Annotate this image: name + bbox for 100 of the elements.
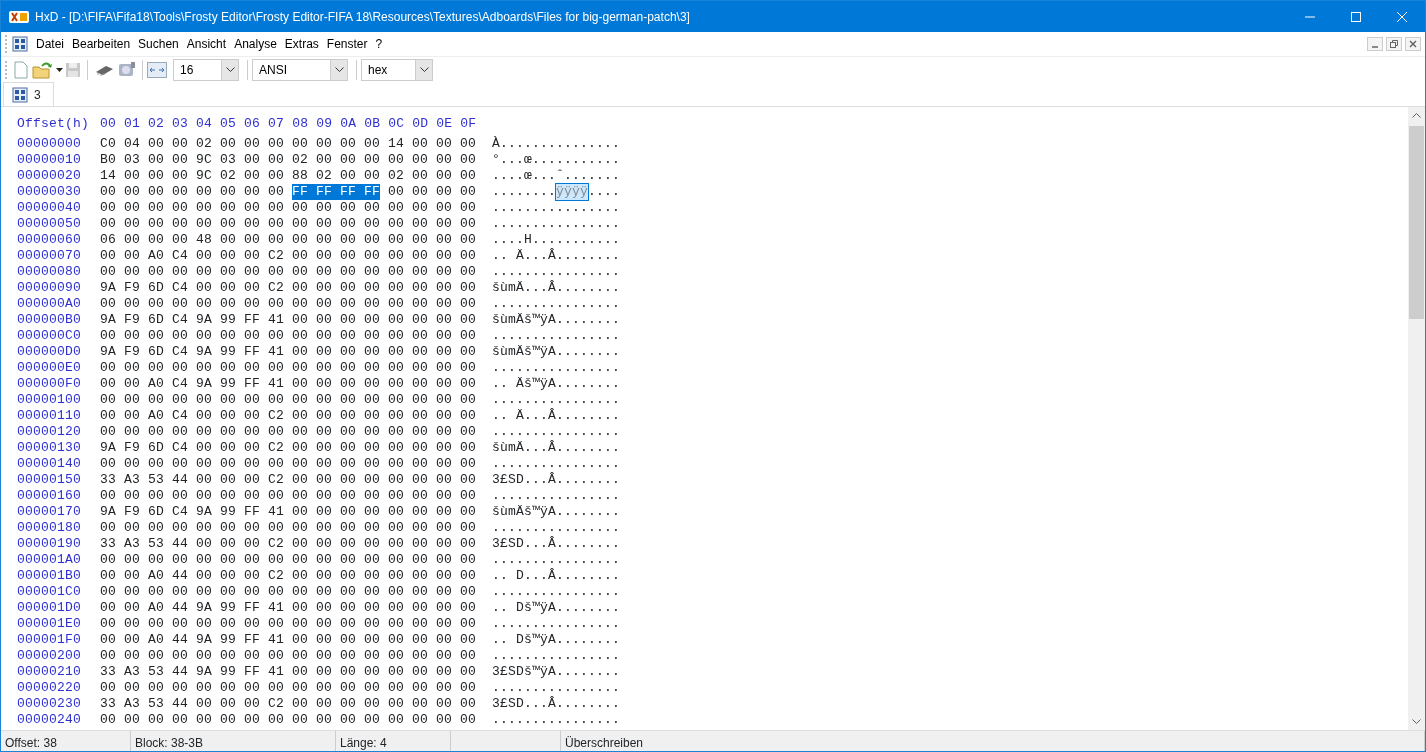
hex-bytes: 00 00 00 00 00 00 00 00 00 00 00 00 00 00 00 00 xyxy=(100,552,477,568)
offset-label: 000000B0 xyxy=(17,312,82,328)
status-field: Länge: 4 xyxy=(336,731,451,751)
hex-bytes: 00 00 00 00 00 00 00 00 00 00 00 00 00 00 00 00 xyxy=(100,392,477,408)
column-header: 06 xyxy=(244,116,261,132)
column-header: 05 xyxy=(220,116,237,132)
hex-bytes: 00 00 A0 44 00 00 00 C2 00 00 00 00 00 00 00 00 xyxy=(100,568,477,584)
offset-label: 00000110 xyxy=(17,408,82,424)
offset-label: 00000130 xyxy=(17,440,82,456)
menu-item[interactable]: Bearbeiten xyxy=(68,34,135,54)
offset-label: 000001A0 xyxy=(17,552,82,568)
offset-label: 00000010 xyxy=(17,152,82,168)
hex-bytes: 00 00 00 00 00 00 00 00 00 00 00 00 00 00 00 00 xyxy=(100,216,477,232)
text-dump: .. Dš™ÿA........ xyxy=(492,632,621,648)
hex-bytes: 06 00 00 00 48 00 00 00 00 00 00 00 00 00 00 00 xyxy=(100,232,477,248)
text-dump: ................ xyxy=(492,520,621,536)
column-header: 02 xyxy=(148,116,165,132)
text-dump: šùmÄ...Â........ xyxy=(492,280,621,296)
disk-button[interactable] xyxy=(116,60,138,79)
text-dump: 3£SDš™ÿA........ xyxy=(492,664,621,680)
offset-label: 00000170 xyxy=(17,504,82,520)
menu-item[interactable]: ? xyxy=(371,34,387,54)
hex-bytes: 00 00 00 00 00 00 00 00 00 00 00 00 00 00 00 00 xyxy=(100,680,477,696)
offset-label: 00000180 xyxy=(17,520,82,536)
hex-bytes: 00 00 00 00 00 00 00 00 00 00 00 00 00 00 00 00 xyxy=(100,520,477,536)
column-header: 00 xyxy=(100,116,116,132)
hex-bytes: 9A F9 6D C4 00 00 00 C2 00 00 00 00 00 00 00 00 xyxy=(100,280,477,296)
app-logo-icon xyxy=(9,9,29,24)
status-field: Offset: 38 xyxy=(1,731,131,751)
menu-item[interactable]: Analyse xyxy=(230,34,281,54)
offset-label: 00000150 xyxy=(17,472,82,488)
offset-label: 00000040 xyxy=(17,200,82,216)
vertical-scrollbar[interactable] xyxy=(1408,107,1425,730)
restore-button[interactable] xyxy=(1386,37,1402,51)
offset-label: 00000020 xyxy=(17,168,82,184)
column-header: 09 xyxy=(316,116,333,132)
close-icon xyxy=(1397,11,1407,22)
new-file-button[interactable] xyxy=(12,60,30,79)
menu-item[interactable]: Extras xyxy=(280,34,323,54)
offset-label: 00000140 xyxy=(17,456,82,472)
offset-label: 000000C0 xyxy=(17,328,82,344)
text-dump: ....œ...ˆ....... xyxy=(492,168,621,184)
column-header: 0A xyxy=(340,116,357,132)
document-icon xyxy=(12,86,28,103)
menu-item[interactable]: Datei xyxy=(32,34,68,54)
window-title: HxD - [D:\FIFA\Fifa18\Tools\Frosty Editor\Frosty Editor-FIFA 18\Resources\Textures\Adboards\Files for big-german-patch\3] xyxy=(35,8,690,26)
selected-bytes: FF FF FF FF xyxy=(292,184,381,200)
bytes-per-row-dropdown[interactable]: 16 xyxy=(173,58,239,81)
hex-bytes: 00 00 00 00 00 00 00 00 00 00 00 00 00 00 00 00 xyxy=(100,328,477,344)
close-button[interactable] xyxy=(1405,37,1421,51)
text-dump: ................ xyxy=(492,584,621,600)
hex-bytes: 00 00 00 00 xyxy=(388,184,477,200)
restore-icon xyxy=(1390,40,1398,48)
text-dump: .. D...Â........ xyxy=(492,568,621,584)
column-header: 08 xyxy=(292,116,309,132)
hex-bytes: 00 00 A0 C4 00 00 00 C2 00 00 00 00 00 00 00 00 xyxy=(100,408,477,424)
new-file-icon xyxy=(14,60,28,79)
text-dump: ....H........... xyxy=(492,232,621,248)
offset-label: 000001E0 xyxy=(17,616,82,632)
text-dump: šùmÄš™ÿA........ xyxy=(492,344,621,360)
column-header: 04 xyxy=(196,116,213,132)
text-dump: .. Äš™ÿA........ xyxy=(492,376,621,392)
menu-item[interactable]: Ansicht xyxy=(182,34,231,54)
caret-icon xyxy=(56,67,63,72)
text-dump: ................ xyxy=(492,648,621,664)
status-field: Block: 38-3B xyxy=(131,731,336,751)
menu-item[interactable]: Suchen xyxy=(134,34,183,54)
offset-label: 00000220 xyxy=(17,680,82,696)
offset-label: 000001C0 xyxy=(17,584,82,600)
hex-bytes: 00 00 00 00 00 00 00 00 00 00 00 00 00 00 00 00 xyxy=(100,648,477,664)
scrollbar-thumb[interactable] xyxy=(1409,126,1424,319)
offset-label: 00000160 xyxy=(17,488,82,504)
offset-label: 00000120 xyxy=(17,424,82,440)
menu-item[interactable]: Fenster xyxy=(322,34,372,54)
text-dump: ........ xyxy=(492,184,556,200)
offset-label: 00000030 xyxy=(17,184,82,200)
text-dump: 3£SD...Â........ xyxy=(492,472,621,488)
document-tab[interactable]: 3 xyxy=(3,82,54,106)
folder-icon xyxy=(32,60,54,79)
minimize-button[interactable] xyxy=(1367,37,1383,51)
text-dump: šùmÄ...Â........ xyxy=(492,440,621,456)
text-dump: .... xyxy=(588,184,621,200)
hex-bytes: 00 00 00 00 00 00 00 00 00 00 00 00 00 00 00 00 xyxy=(100,360,477,376)
offset-label: 00000100 xyxy=(17,392,82,408)
hex-bytes: 33 A3 53 44 9A 99 FF 41 00 00 00 00 00 00 00 00 xyxy=(100,664,477,680)
column-header: 0F xyxy=(460,116,477,132)
offset-label: 00000050 xyxy=(17,216,82,232)
offset-label: 000001B0 xyxy=(17,568,82,584)
offset-label: 000000F0 xyxy=(17,376,82,392)
hex-bytes: 33 A3 53 44 00 00 00 C2 00 00 00 00 00 00 00 00 xyxy=(100,472,477,488)
hex-bytes: 14 00 00 00 9C 02 00 00 88 02 00 00 02 00 00 00 xyxy=(100,168,477,184)
bytes-per-row-icon xyxy=(147,61,167,78)
charset-dropdown[interactable]: ANSI xyxy=(252,58,348,81)
display-mode-dropdown[interactable]: hex xyxy=(361,58,433,81)
text-dump: ................ xyxy=(492,328,621,344)
hex-bytes: 00 00 00 00 00 00 00 00 00 00 00 00 00 00 00 00 xyxy=(100,456,477,472)
hex-bytes: 33 A3 53 44 00 00 00 C2 00 00 00 00 00 00 00 00 xyxy=(100,696,477,712)
status-field: Überschreiben xyxy=(561,731,1425,751)
offset-label: 00000230 xyxy=(17,696,82,712)
hex-bytes: 00 00 A0 44 9A 99 FF 41 00 00 00 00 00 00 00 00 xyxy=(100,632,477,648)
